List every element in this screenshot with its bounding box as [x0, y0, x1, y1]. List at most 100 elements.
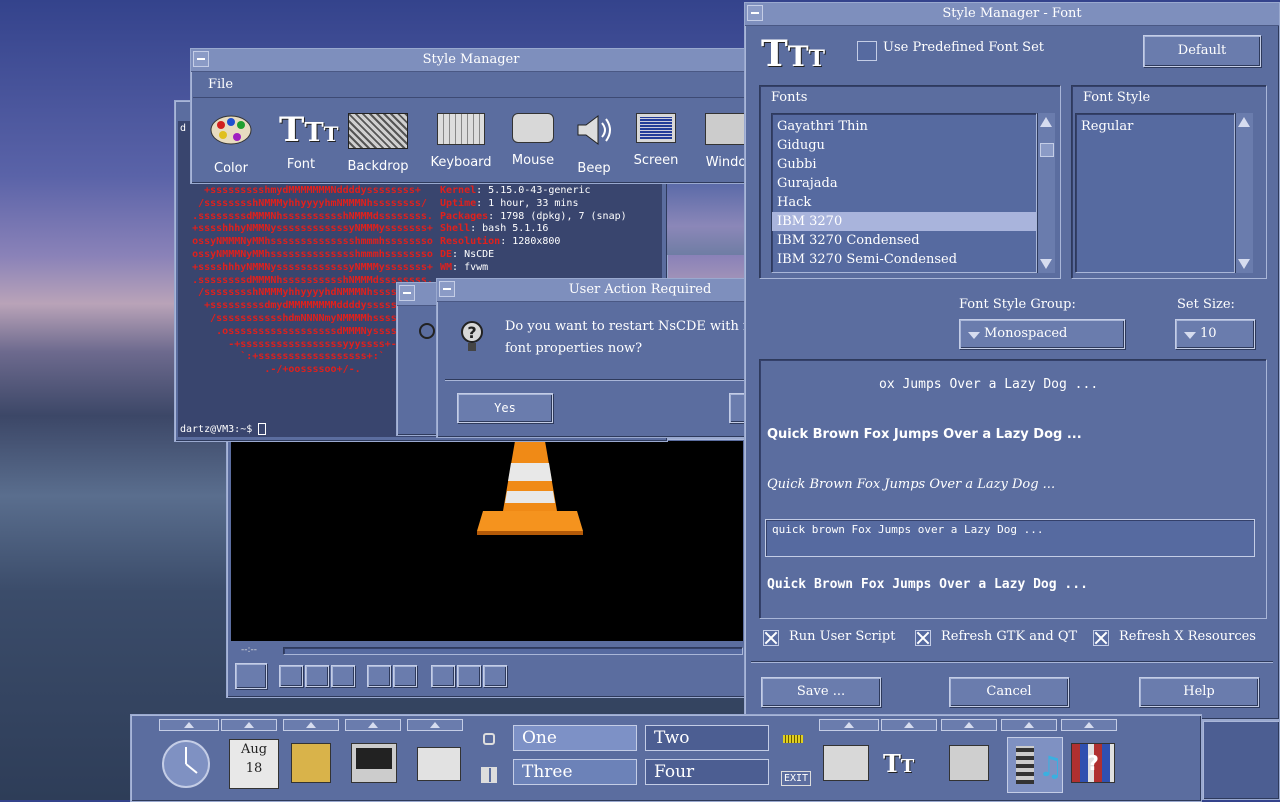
style-scrollbar[interactable] [1235, 113, 1253, 273]
vlc-prev-button[interactable] [279, 665, 303, 687]
style-manager-title: Style Manager [422, 52, 520, 67]
subpanel-toggle[interactable] [159, 719, 219, 731]
calendar-icon[interactable]: Aug 18 [229, 739, 279, 789]
chevron-down-icon [968, 332, 980, 339]
menu-file[interactable]: File [208, 77, 233, 92]
tool-font[interactable]: TTT Font [266, 113, 339, 172]
file-manager-icon[interactable] [291, 743, 331, 783]
help-books-icon[interactable]: ? [1071, 743, 1115, 783]
tool-screen[interactable]: Screen [621, 113, 691, 168]
subpanel-toggle[interactable] [345, 719, 401, 731]
run-user-script-checkbox[interactable] [763, 630, 779, 646]
preview-input[interactable]: quick brown Fox Jumps over a Lazy Dog ..… [765, 519, 1255, 557]
windows-grid-icon[interactable] [481, 767, 497, 783]
font-manager-titlebar[interactable]: Style Manager - Font [745, 3, 1279, 26]
vlc-extended-button[interactable] [393, 665, 417, 687]
vlc-playlist-button[interactable] [431, 665, 455, 687]
terminal-sysinfo: Kernel: 5.15.0-43-generic Uptime: 1 hour,… [440, 185, 627, 275]
font-list-item[interactable]: Gubbi [772, 155, 1036, 174]
set-size-select[interactable]: 10 [1175, 319, 1255, 349]
sysinfo-value: : fvwm [452, 261, 489, 273]
tool-backdrop[interactable]: Backdrop [343, 113, 413, 174]
subpanel-toggle[interactable] [407, 719, 463, 731]
vlc-fullscreen-button[interactable] [367, 665, 391, 687]
scroll-up-arrow[interactable] [1040, 117, 1052, 127]
subpanel-toggle[interactable] [283, 719, 339, 731]
printer-icon[interactable] [823, 745, 869, 781]
refresh-x-label: Refresh X Resources [1119, 629, 1256, 644]
vlc-play-button[interactable] [235, 663, 267, 689]
tool-font-label: Font [286, 157, 316, 172]
tool-color[interactable]: Color [196, 113, 266, 176]
calendar-month: Aug [240, 742, 268, 757]
vlc-cone-icon [477, 441, 583, 535]
app-manager-icon[interactable] [949, 745, 989, 781]
style-manager-titlebar[interactable]: Style Manager [191, 49, 751, 72]
fonts-list[interactable]: Gayathri Thin Gidugu Gubbi Gurajada Hack IBM … [771, 113, 1037, 273]
style-manager-icon[interactable]: TT [883, 739, 933, 789]
window-menu-button[interactable] [439, 281, 455, 297]
sysinfo-value: : bash 5.1.16 [470, 223, 549, 235]
terminal-icon[interactable] [351, 743, 397, 783]
workspace-three[interactable]: Three [513, 759, 637, 785]
sysinfo-value: : 1798 (dpkg), 7 (snap) [488, 210, 627, 222]
tool-mouse[interactable]: Mouse [498, 113, 568, 168]
tool-beep[interactable]: Beep [559, 113, 629, 176]
font-style-group-label: Font Style Group: [959, 297, 1076, 312]
tool-keyboard[interactable]: Keyboard [426, 113, 496, 170]
mouse-icon [512, 113, 554, 143]
font-style-list[interactable]: Regular [1075, 113, 1235, 273]
vlc-stop-button[interactable] [305, 665, 329, 687]
subpanel-toggle[interactable] [941, 719, 997, 731]
font-style-group-select[interactable]: Monospaced [959, 319, 1125, 349]
yes-button[interactable]: Yes [457, 393, 553, 423]
vlc-loop-button[interactable] [457, 665, 481, 687]
sysinfo-key: Uptime [440, 197, 477, 209]
window-menu-button[interactable] [747, 5, 763, 21]
subpanel-toggle[interactable] [1001, 719, 1057, 731]
refresh-gtk-checkbox[interactable] [915, 630, 931, 646]
scroll-up-arrow[interactable] [1238, 117, 1250, 127]
font-list-item[interactable]: IBM 3270 Semi-Condensed [772, 250, 1036, 269]
font-list-item[interactable]: IBM 3270 Condensed [772, 231, 1036, 250]
font-style-item[interactable]: Regular [1076, 117, 1234, 136]
clock-icon[interactable] [161, 739, 211, 789]
refresh-x-checkbox[interactable] [1093, 630, 1109, 646]
window-menu-button[interactable] [193, 51, 209, 67]
font-list-item[interactable]: Gurajada [772, 174, 1036, 193]
save-button[interactable]: Save ... [761, 677, 881, 707]
window-menu-button[interactable] [399, 285, 415, 301]
sysinfo-row: Shell: bash 5.1.16 [440, 223, 627, 236]
subpanel-toggle[interactable] [221, 719, 277, 731]
workspace-four[interactable]: Four [645, 759, 769, 785]
vlc-seek-bar[interactable] [283, 647, 743, 655]
scroll-down-arrow[interactable] [1238, 259, 1250, 269]
lock-icon[interactable] [483, 733, 495, 745]
scroll-thumb[interactable] [1040, 143, 1054, 157]
busy-light-icon [783, 735, 803, 743]
font-list-item[interactable]: Hack [772, 193, 1036, 212]
subpanel-toggle[interactable] [1061, 719, 1117, 731]
subpanel-toggle[interactable] [819, 719, 879, 731]
help-button[interactable]: Help [1139, 677, 1259, 707]
font-list-item[interactable]: Gayathri Thin [772, 117, 1036, 136]
vlc-next-button[interactable] [331, 665, 355, 687]
font-manager-logo-icon: TTT [761, 33, 826, 75]
workspace-two[interactable]: Two [645, 725, 769, 751]
vlc-time: --:-- [241, 645, 258, 655]
scroll-down-arrow[interactable] [1040, 259, 1052, 269]
font-list-item[interactable]: IBM 3270 [772, 212, 1036, 231]
use-predefined-checkbox[interactable] [857, 41, 877, 61]
fonts-scrollbar[interactable] [1037, 113, 1055, 273]
default-button[interactable]: Default [1143, 35, 1261, 67]
workspace-one[interactable]: One [513, 725, 637, 751]
cancel-button[interactable]: Cancel [949, 677, 1069, 707]
media-icon[interactable]: ♫ [1007, 737, 1063, 793]
panel-right-square[interactable] [1202, 720, 1280, 800]
exit-button[interactable]: EXIT [781, 771, 812, 786]
mail-icon[interactable] [417, 747, 461, 781]
vlc-random-button[interactable] [483, 665, 507, 687]
vlc-window: --:-- [226, 438, 748, 698]
subpanel-toggle[interactable] [881, 719, 937, 731]
font-list-item[interactable]: Gidugu [772, 136, 1036, 155]
